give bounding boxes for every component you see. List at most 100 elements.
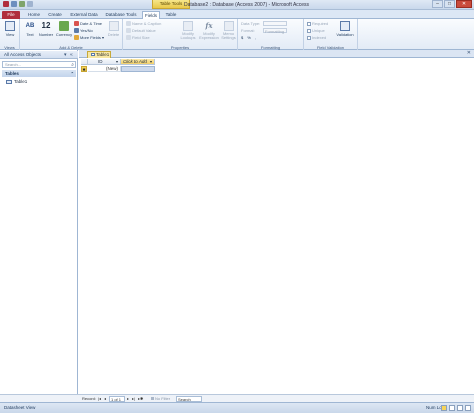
search-icon[interactable]: ⌕ [71,62,74,68]
currency-field-label: Currency [55,32,73,37]
datasheet-view-icon[interactable] [441,405,447,411]
nav-pane-title: All Access Objects [4,52,42,57]
currency-icon [59,21,69,31]
unique-check-icon [307,28,311,33]
data-type-field[interactable]: Data Type: [241,21,301,26]
tab-table[interactable]: Table [163,11,179,19]
number-field-button[interactable]: 12 Number [38,21,54,43]
maximize-button[interactable]: □ [444,0,455,8]
document-tabs: Table1 ✕ [79,50,474,58]
field-size-button[interactable]: Field Size [126,35,150,41]
checkbox-icon [74,28,79,34]
group-formatting: Data Type: Format: Formatting $%, Formatt… [238,19,304,50]
nav-group-label: Tables [5,71,19,76]
nav-item-table1[interactable]: Table1 [6,79,27,85]
document-tab-table1[interactable]: Table1 [87,51,111,58]
column-header-id-label: ID [98,59,103,64]
tab-create[interactable]: Create [46,11,64,19]
field-size-icon [126,35,131,41]
format-dropdown[interactable]: Formatting [263,28,287,34]
default-value-icon [126,28,131,34]
chevron-up-icon[interactable]: ⌃ [71,70,74,77]
document-tab-label: Table1 [96,52,110,57]
currency-field-button[interactable]: Currency [55,21,73,43]
pivot-chart-icon[interactable] [457,405,463,411]
validation-button[interactable]: Validation [334,21,356,43]
format-field[interactable]: Format: Formatting [241,28,301,34]
data-type-dropdown[interactable] [263,21,287,26]
percent-format-button[interactable]: % [247,35,255,40]
table-icon [91,53,95,57]
new-record-selector[interactable]: ✱ [81,66,87,72]
memo-settings-button[interactable]: Memo Settings [220,21,237,43]
pivot-table-icon[interactable] [449,405,455,411]
select-all-cell[interactable] [81,59,88,65]
sort-dropdown-icon[interactable]: ▾ [116,59,118,65]
date-time-button[interactable]: Date & Time [74,21,102,27]
new-record-add-cell[interactable] [121,66,155,72]
modify-lookups-button[interactable]: Modify Lookups [178,21,198,43]
nav-group-tables[interactable]: Tables ⌃ [2,70,76,77]
view-button[interactable]: View [3,21,17,43]
indexed-checkbox[interactable]: Indexed [307,35,326,41]
close-button[interactable]: ✕ [456,0,472,8]
no-filter-label: No Filter [155,396,171,401]
close-document-icon[interactable]: ✕ [467,50,471,56]
text-field-button[interactable]: AB Text [23,21,37,43]
tab-external-data[interactable]: External Data [68,11,100,19]
delete-icon [108,21,119,31]
more-fields-label: More Fields ▾ [80,35,105,40]
name-caption-icon [126,21,131,27]
window-controls: – □ ✕ [432,0,472,8]
chevron-down-icon[interactable]: ▾ [64,51,67,59]
modify-expression-label: Modify Expression [199,31,219,40]
redo-icon[interactable] [27,1,33,7]
required-checkbox[interactable]: Required [307,21,328,27]
modify-lookups-label: Modify Lookups [180,31,196,40]
minimize-button[interactable]: – [432,0,443,8]
ribbon: View Views AB Text 12 Number Currency Da… [0,19,474,50]
datasheet-view-icon [5,21,15,31]
number-format-buttons[interactable]: $%, [241,35,260,41]
collapse-pane-icon[interactable]: « [70,51,73,59]
unique-checkbox[interactable]: Unique [307,28,325,34]
indexed-check-icon [307,35,311,40]
default-value-button[interactable]: Default Value [126,28,156,34]
window-title: Database2 : Database (Access 2007) - Mic… [184,2,310,8]
new-record-id-cell[interactable]: (New) [88,66,121,72]
name-caption-button[interactable]: Name & Caption [126,21,161,27]
group-views: View Views [0,19,20,50]
table-icon [6,79,12,84]
column-header-id[interactable]: ID ▾ [88,59,121,65]
delete-field-button[interactable]: Delete [106,21,121,43]
record-navigator: Record: |◂ ◂ 1 of 1 ▸ ▸| ▸✱ No Filter Se… [79,394,474,402]
save-icon[interactable] [11,1,17,7]
tab-database-tools[interactable]: Database Tools [104,11,138,19]
memo-icon [223,21,234,31]
access-logo-icon[interactable] [3,1,9,7]
view-switcher [441,405,471,411]
memo-settings-label: Memo Settings [221,31,236,40]
modify-expression-button[interactable]: fx Modify Expression [199,21,219,43]
click-to-add-label: Click to Add [123,59,147,64]
nav-pane-header[interactable]: All Access Objects ▾ « [0,51,78,59]
nav-pane-footer [0,394,79,402]
tab-home[interactable]: Home [26,11,42,19]
nav-item-label: Table1 [14,79,28,84]
default-value-label: Default Value [132,28,156,33]
calendar-icon [74,21,79,27]
undo-icon[interactable] [19,1,25,7]
yes-no-button[interactable]: Yes/No [74,28,93,34]
nav-search-input[interactable]: Search... ⌕ [2,61,76,68]
validation-icon [340,21,350,31]
datasheet: ID ▾ Click to Add ▾ ✱ (New) [79,58,474,390]
tab-file[interactable]: File [2,11,20,19]
more-fields-button[interactable]: More Fields ▾ [74,35,104,41]
comma-format-button[interactable]: , [255,35,260,40]
text-field-label: Text [26,32,34,37]
column-header-click-to-add[interactable]: Click to Add ▾ [121,59,155,65]
number-icon: 12 [41,21,51,30]
design-view-icon[interactable] [465,405,471,411]
add-field-dropdown-icon[interactable]: ▾ [150,59,152,65]
tab-fields[interactable]: Fields [142,11,160,19]
